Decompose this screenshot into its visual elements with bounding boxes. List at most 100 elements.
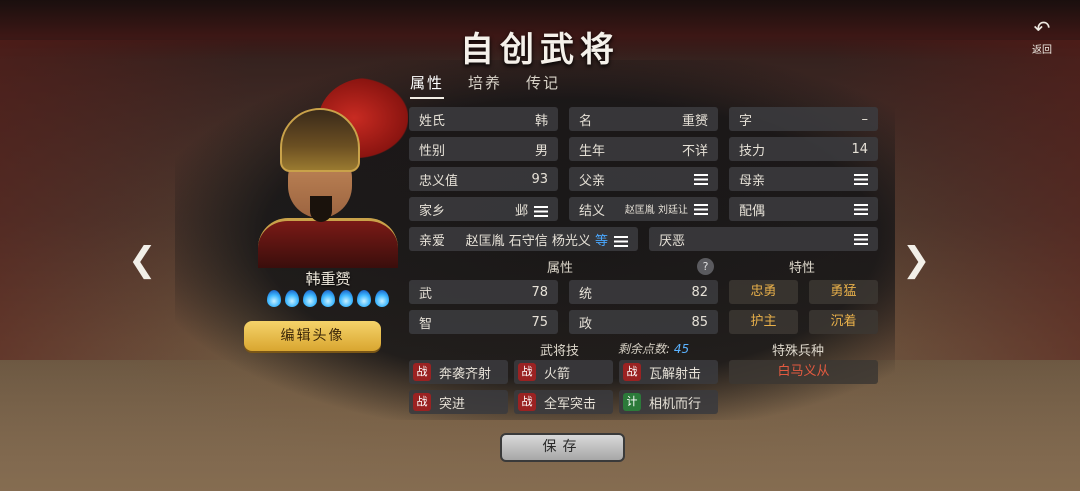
menu-icon[interactable]	[854, 173, 868, 185]
menu-icon[interactable]	[534, 205, 548, 217]
menu-icon[interactable]	[694, 173, 708, 185]
back-label: 返回	[1032, 45, 1052, 56]
beard	[310, 196, 332, 222]
field-label: 字	[739, 113, 753, 129]
menu-icon[interactable]	[694, 204, 708, 215]
hero-name: 韩重赟	[305, 270, 351, 288]
skill-name: 突进	[439, 396, 466, 412]
attr-intelligence[interactable]: 智 75	[409, 310, 558, 334]
trait-item[interactable]: 沉着	[809, 310, 878, 334]
field-label: 配偶	[739, 203, 766, 219]
tab-training[interactable]: 培养	[468, 72, 502, 99]
hero-portrait	[258, 78, 408, 268]
field-value: 韩	[534, 113, 548, 129]
attributes-header: 属性	[547, 261, 574, 276]
star-icon	[339, 290, 353, 307]
menu-icon[interactable]	[854, 203, 868, 215]
field-label: 亲爱	[419, 233, 446, 249]
skills-header: 武将技	[540, 344, 580, 359]
field-value: 男	[534, 143, 548, 159]
field-value: 不详	[681, 143, 708, 159]
skill-power-field: 技力 14	[729, 137, 878, 161]
close-relations-field[interactable]: 亲爱 赵匡胤 石守信 杨光义 等	[409, 227, 638, 251]
surname-field[interactable]: 姓氏 韩	[409, 107, 558, 131]
star-rating	[252, 290, 404, 307]
spouse-field[interactable]: 配偶	[729, 197, 878, 221]
special-troop-header: 特殊兵种	[772, 344, 825, 359]
next-arrow-icon[interactable]: ❯	[902, 240, 931, 280]
field-label: 母亲	[739, 173, 766, 189]
special-troop-value[interactable]: 白马义从	[729, 360, 878, 384]
loyalty-field[interactable]: 忠义值 93	[409, 167, 558, 191]
trait-item[interactable]: 勇猛	[809, 280, 878, 304]
back-button[interactable]: ↶ 返回	[1022, 18, 1062, 58]
skill-name: 奔袭齐射	[439, 366, 492, 382]
field-label: 厌恶	[659, 233, 686, 249]
attr-politics[interactable]: 政 85	[569, 310, 718, 334]
points-label: 剩余点数:	[618, 342, 671, 356]
field-label: 技力	[739, 143, 766, 159]
menu-icon[interactable]	[854, 233, 868, 245]
attr-label: 统	[579, 286, 593, 302]
skill-name: 全军突击	[544, 396, 597, 412]
remaining-points: 剩余点数: 45	[618, 340, 689, 357]
battle-tag: 战	[623, 363, 641, 381]
tab-bar: 属性 培养 传记	[410, 72, 560, 99]
star-icon	[267, 290, 281, 307]
battle-tag: 战	[518, 363, 536, 381]
skill-item[interactable]: 战 奔袭齐射	[409, 360, 508, 384]
skill-item[interactable]: 战 全军突击	[514, 390, 613, 414]
traits-header: 特性	[789, 261, 816, 276]
help-icon[interactable]: ?	[697, 258, 714, 275]
attr-value: 82	[691, 284, 708, 300]
trait-item[interactable]: 护主	[729, 310, 798, 334]
attr-value: 78	[531, 284, 548, 300]
field-label: 忠义值	[419, 173, 459, 189]
birth-year-field[interactable]: 生年 不详	[569, 137, 718, 161]
hometown-field[interactable]: 家乡 邺	[409, 197, 558, 221]
attr-value: 85	[691, 314, 708, 330]
battle-tag: 战	[413, 393, 431, 411]
points-value: 45	[673, 342, 690, 356]
field-label: 结义	[579, 203, 606, 219]
skill-item[interactable]: 计 相机而行	[619, 390, 718, 414]
attr-value: 75	[531, 314, 548, 330]
skill-item[interactable]: 战 火箭	[514, 360, 613, 384]
field-value: 14	[851, 141, 868, 157]
menu-icon[interactable]	[614, 235, 628, 247]
skill-name: 瓦解射击	[649, 366, 702, 382]
star-icon	[375, 290, 389, 307]
battle-tag: 战	[518, 393, 536, 411]
dislike-field[interactable]: 厌恶	[649, 227, 878, 251]
trait-item[interactable]: 忠勇	[729, 280, 798, 304]
field-value: 重赟	[681, 113, 708, 129]
field-value: 赵匡胤 刘廷让	[624, 205, 688, 216]
field-label: 姓氏	[419, 113, 446, 129]
tab-attributes[interactable]: 属性	[410, 72, 445, 99]
given-name-field[interactable]: 名 重赟	[569, 107, 718, 131]
father-field[interactable]: 父亲	[569, 167, 718, 191]
save-button[interactable]: 保存	[500, 433, 625, 462]
page-title: 自创武将	[460, 30, 620, 70]
star-icon	[285, 290, 299, 307]
previous-arrow-icon[interactable]: ❮	[128, 240, 157, 280]
field-label: 家乡	[419, 203, 446, 219]
gender-field[interactable]: 性别 男	[409, 137, 558, 161]
skill-name: 火箭	[544, 366, 571, 382]
attr-command[interactable]: 统 82	[569, 280, 718, 304]
field-value: 邺	[514, 203, 528, 219]
return-arrow-icon: ↶	[1033, 16, 1051, 40]
skill-item[interactable]: 战 突进	[409, 390, 508, 414]
tab-biography[interactable]: 传记	[526, 72, 560, 99]
sworn-brothers-field[interactable]: 结义 赵匡胤 刘廷让	[569, 197, 718, 221]
star-icon	[357, 290, 371, 307]
mother-field[interactable]: 母亲	[729, 167, 878, 191]
field-value: –	[861, 111, 869, 127]
more-suffix: 等	[594, 233, 608, 249]
attr-force[interactable]: 武 78	[409, 280, 558, 304]
courtesy-name-field[interactable]: 字 –	[729, 107, 878, 131]
skill-item[interactable]: 战 瓦解射击	[619, 360, 718, 384]
star-icon	[303, 290, 317, 307]
edit-avatar-button[interactable]: 编辑头像	[244, 321, 381, 351]
battle-tag: 战	[413, 363, 431, 381]
